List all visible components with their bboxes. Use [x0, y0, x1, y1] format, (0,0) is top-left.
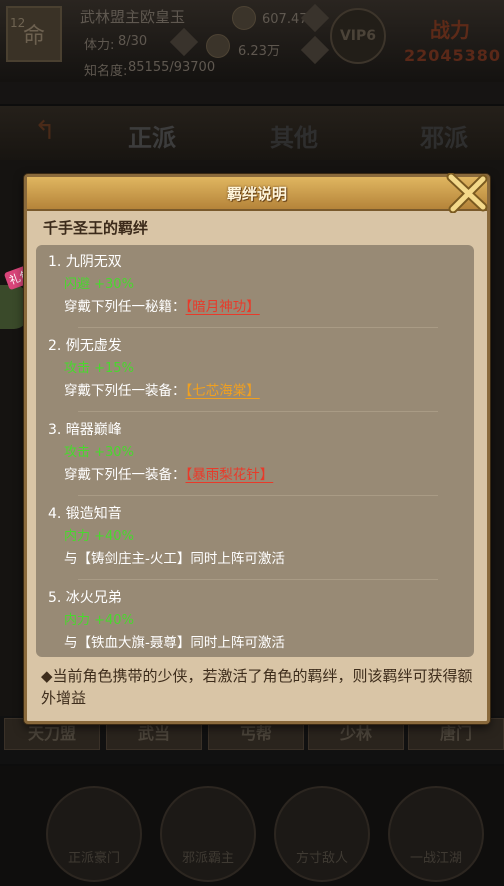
bond-stat: 内力 +40%: [64, 613, 134, 628]
faction-fangcun[interactable]: 方寸敌人: [274, 786, 370, 882]
requirement-text: 穿戴下列任一装备：: [64, 467, 186, 483]
close-button[interactable]: [445, 172, 489, 214]
tab-righteous[interactable]: 正派: [128, 118, 176, 153]
bond-name: 4. 锻造知音: [48, 506, 122, 522]
add-currency2-button[interactable]: [300, 35, 330, 65]
dialog-subtitle: 千手圣王的羁绊: [43, 219, 149, 237]
dialog-title: 羁绊说明: [226, 185, 287, 203]
bond-divider: [78, 327, 438, 328]
bond-requirement: 穿戴下列任一秘籍：【暗月神功】: [64, 295, 260, 315]
bond-name: 3. 暗器巅峰: [48, 422, 122, 438]
dialog-header: 羁绊说明: [27, 177, 487, 211]
power-label: 战力: [430, 18, 470, 42]
bond-name: 1. 九阴无双: [48, 254, 122, 270]
stamina-label: 体力:: [84, 38, 115, 53]
tab-other[interactable]: 其他: [270, 118, 318, 153]
requirement-text: 穿戴下列任一秘籍：: [64, 299, 186, 315]
add-stamina-button[interactable]: [169, 27, 199, 57]
bond-stat: 内力 +40%: [64, 529, 134, 544]
reputation-label: 知名度:: [84, 64, 128, 79]
bond-requirement: 与【铸剑庄主-火工】同时上阵可激活: [64, 551, 285, 567]
close-icon: [446, 172, 488, 214]
bond-divider: [78, 579, 438, 580]
bond-list: 1. 九阴无双 闪避 +30% 穿戴下列任一秘籍：【暗月神功】 2. 例无虚发 …: [36, 245, 474, 657]
bond-dialog: 羁绊说明 千手圣王的羁绊 1. 九阴无双 闪避 +30% 穿戴下列任一秘籍：【暗…: [24, 172, 490, 724]
stamina-value: 8/30: [118, 34, 148, 49]
back-arrow-icon[interactable]: ↰: [34, 116, 56, 146]
footer-note: ◆当前角色携带的少侠，若激活了角色的羁绊，则该羁绊可获得额外增益: [41, 667, 473, 707]
gold-icon: [206, 34, 230, 58]
bond-stat: 攻击 +15%: [64, 361, 134, 376]
bond-item: 1. 九阴无双 闪避 +30% 穿戴下列任一秘籍：【暗月神功】: [48, 249, 462, 328]
faction-label: 邪派霸主: [181, 851, 234, 866]
faction-zhengpai[interactable]: 正派豪门: [46, 786, 142, 882]
bond-item: 4. 锻造知音 内力 +40% 与【铸剑庄主-火工】同时上阵可激活: [48, 501, 462, 580]
bond-stat: 攻击 +30%: [64, 445, 134, 460]
reputation-value: 85155/93700: [128, 60, 216, 75]
bond-divider: [78, 495, 438, 496]
bond-name: 5. 冰火兄弟: [48, 590, 122, 606]
bond-stat: 闪避 +30%: [64, 277, 134, 292]
power-value: 22045380: [404, 46, 502, 65]
faction-label: 方寸敌人: [295, 851, 348, 866]
bond-item: 2. 例无虚发 攻击 +15% 穿戴下列任一装备：【七芯海棠】: [48, 333, 462, 412]
bond-name: 2. 例无虚发: [48, 338, 122, 354]
bond-item: 3. 暗器巅峰 攻击 +30% 穿戴下列任一装备：【暴雨梨花针】: [48, 417, 462, 496]
player-avatar[interactable]: 12 命: [6, 6, 62, 62]
player-name: 武林盟主欧皇玉: [80, 8, 186, 26]
faction-label: 正派豪门: [67, 851, 120, 866]
requirement-item-link[interactable]: 【七芯海棠】: [186, 383, 260, 399]
tab-evil[interactable]: 邪派: [420, 118, 468, 153]
avatar-glyph: 命: [22, 24, 45, 49]
vip-badge[interactable]: VIP6: [330, 8, 386, 64]
bond-item: 5. 冰火兄弟 内力 +40% 与【铁血大旗-聂尊】同时上阵可激活: [48, 585, 462, 663]
faction-xiepai[interactable]: 邪派霸主: [160, 786, 256, 882]
faction-label: 一战江湖: [409, 851, 462, 866]
player-level: 12: [10, 16, 26, 30]
bond-divider: [78, 411, 438, 412]
nav-strip: [0, 82, 504, 104]
ingot-icon: [232, 6, 256, 30]
bond-requirement: 穿戴下列任一装备：【暴雨梨花针】: [64, 463, 273, 483]
bond-requirement: 与【铁血大旗-聂尊】同时上阵可激活: [64, 635, 285, 651]
requirement-text: 穿戴下列任一装备：: [64, 383, 186, 399]
requirement-item-link[interactable]: 【暗月神功】: [186, 299, 260, 315]
player-hud: 12 命 武林盟主欧皇玉 607.47万 体力: 8/30 6.23万 知名度:…: [0, 0, 504, 82]
faction-yizhan[interactable]: 一战江湖: [388, 786, 484, 882]
currency2-value: 6.23万: [238, 44, 280, 59]
requirement-item-link[interactable]: 【暴雨梨花针】: [186, 467, 274, 483]
bond-requirement: 穿戴下列任一装备：【七芯海棠】: [64, 379, 260, 399]
